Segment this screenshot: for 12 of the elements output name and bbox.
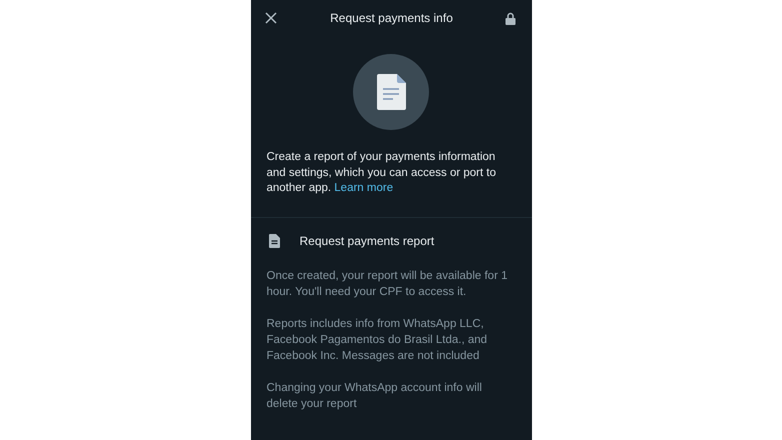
request-report-button[interactable]: Request payments report	[250, 230, 532, 252]
intro-text: Create a report of your payments information and settings, which you can access or port to another app. Learn more	[266, 150, 497, 196]
info-text: Once created, your report will be available for 1 hour. You'll need your CPF to access it.	[266, 268, 508, 300]
document-icon	[268, 234, 280, 248]
info-text: Reports includes info from WhatsApp LLC, Facebook Pagamentos do Brasil Ltda., and Facebook Inc. Messages are not included	[266, 316, 488, 364]
document-icon	[353, 54, 429, 130]
close-button[interactable]	[262, 10, 278, 26]
lock-icon	[504, 12, 516, 24]
screen-title: Request payments info	[329, 11, 454, 25]
close-icon	[264, 12, 276, 24]
learn-more-link[interactable]: Learn more	[334, 182, 394, 194]
info-text: Changing your WhatsApp account info will delete your report	[266, 380, 483, 412]
